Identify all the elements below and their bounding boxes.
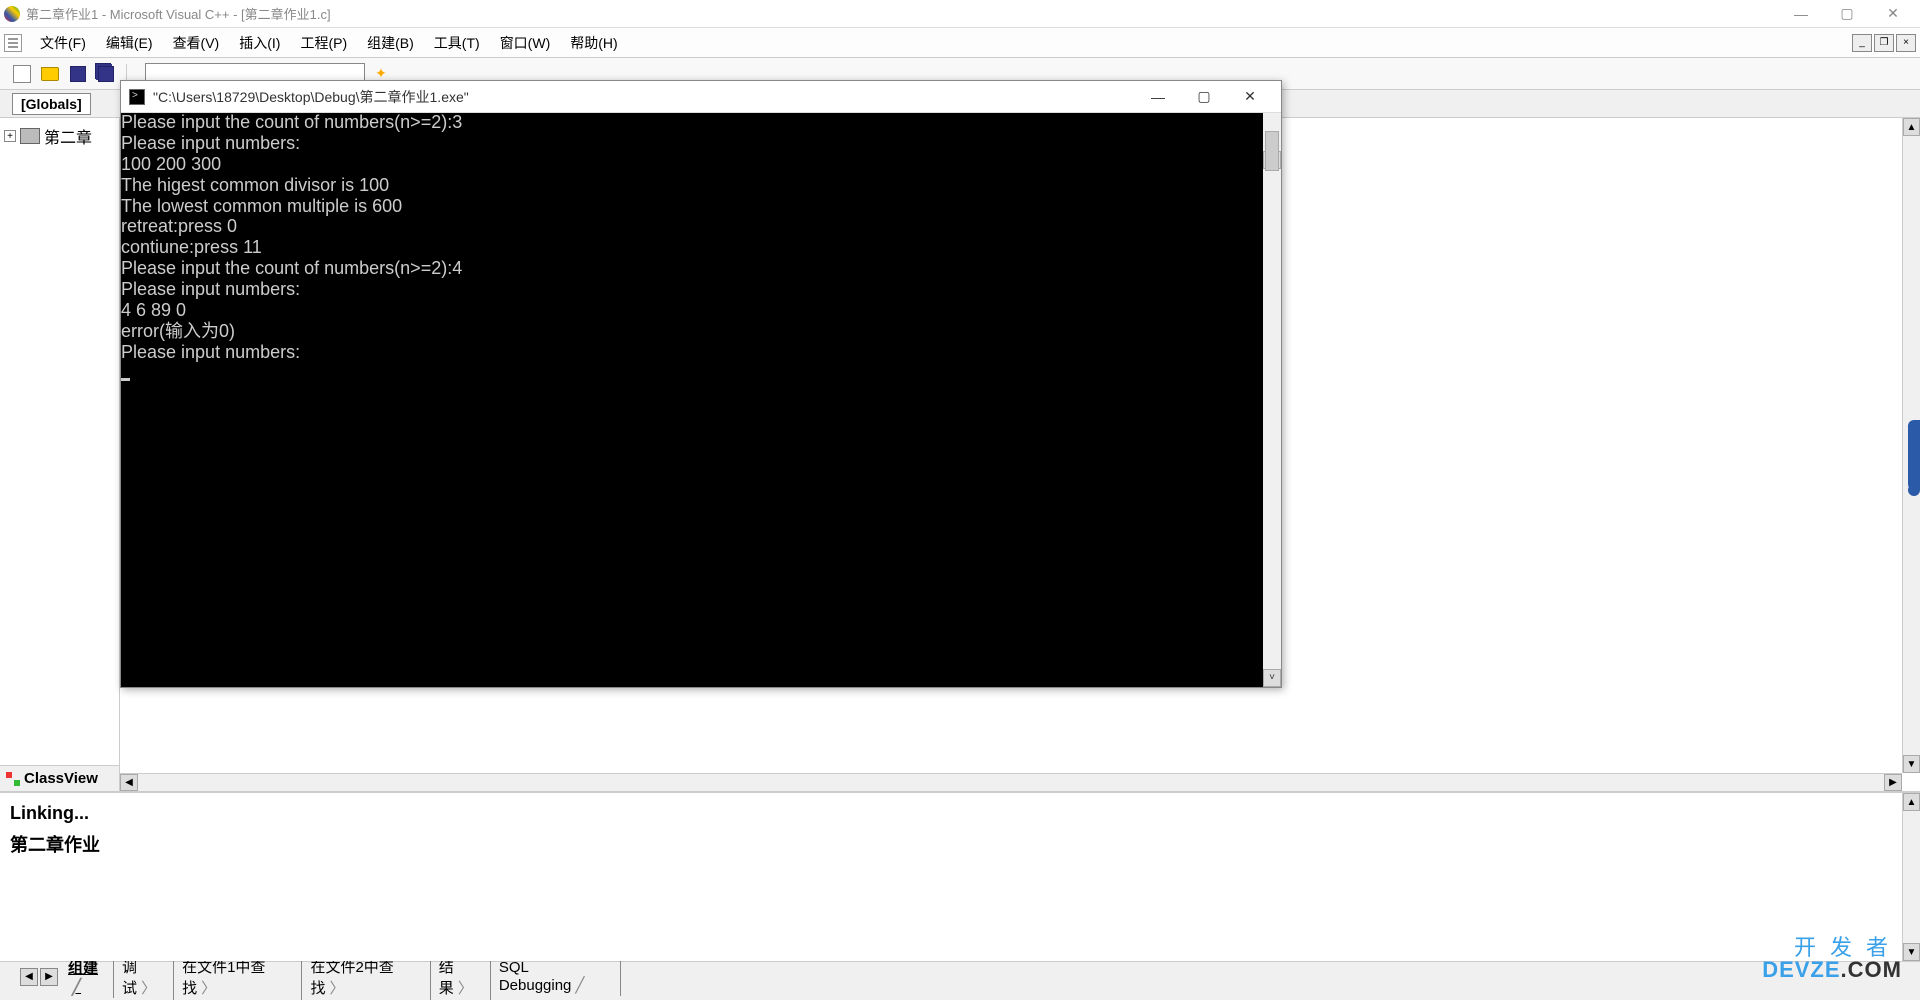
output-vscroll[interactable]: ▲ ▼ xyxy=(1902,793,1920,961)
console-line: Please input numbers: xyxy=(121,279,300,299)
console-line: 100 200 300 xyxy=(121,154,221,174)
app-icon xyxy=(4,6,20,22)
console-window: "C:\Users\18729\Desktop\Debug\第二章作业1.exe… xyxy=(120,80,1282,688)
menu-build[interactable]: 组建(B) xyxy=(357,29,424,57)
console-line: retreat:press 0 xyxy=(121,216,237,236)
mdi-close-button[interactable]: × xyxy=(1896,34,1916,52)
console-line: 4 6 89 0 xyxy=(121,300,186,320)
classview-tab[interactable]: ClassView xyxy=(0,765,119,791)
output-panel: Linking... 第二章作业 ▲ ▼ xyxy=(0,791,1920,961)
scroll-right-icon[interactable]: ▶ xyxy=(1884,774,1902,791)
console-icon xyxy=(129,89,145,105)
workspace-sidebar: + 第二章 ClassView xyxy=(0,118,120,791)
scroll-down-icon[interactable]: ˅ xyxy=(1263,669,1281,687)
scroll-up-icon[interactable]: ▲ xyxy=(1903,118,1920,136)
tab-sql[interactable]: SQL Debugging╱ xyxy=(491,957,621,996)
scroll-thumb[interactable] xyxy=(1265,131,1279,171)
console-minimize-button[interactable]: — xyxy=(1135,82,1181,112)
menu-project[interactable]: 工程(P) xyxy=(290,29,357,57)
output-line-linking: Linking... xyxy=(10,797,1910,829)
watermark-en2: .COM xyxy=(1841,957,1902,982)
menu-view[interactable]: 查看(V) xyxy=(163,29,230,57)
menu-edit[interactable]: 编辑(E) xyxy=(96,29,163,57)
editor-hscroll[interactable]: ◀ ▶ xyxy=(120,773,1902,791)
console-line: Please input the count of numbers(n>=2):… xyxy=(121,113,462,132)
tree-item-label: 第二章 xyxy=(44,124,92,148)
console-close-button[interactable]: ✕ xyxy=(1227,82,1273,112)
new-file-button[interactable] xyxy=(10,62,34,86)
tabs-scroll-right[interactable]: ▶ xyxy=(40,968,58,986)
open-file-button[interactable] xyxy=(38,62,62,86)
output-line-project: 第二章作业 xyxy=(10,829,1910,861)
tab-build[interactable]: 组建╱ xyxy=(60,955,114,998)
console-line: error(输入为0) xyxy=(121,321,235,341)
scroll-down-icon[interactable]: ▼ xyxy=(1903,943,1920,961)
side-slider[interactable] xyxy=(1908,420,1920,490)
scroll-down-icon[interactable]: ▼ xyxy=(1903,755,1920,773)
console-line: The lowest common multiple is 600 xyxy=(121,196,402,216)
tree-item-project[interactable]: + 第二章 xyxy=(0,118,119,154)
console-vscroll[interactable]: ˄ ˅ xyxy=(1263,113,1281,687)
main-titlebar: 第二章作业1 - Microsoft Visual C++ - [第二章作业1.… xyxy=(0,0,1920,28)
watermark-cn: 开发者 xyxy=(1762,937,1902,959)
console-line: Please input the count of numbers(n>=2):… xyxy=(121,258,462,278)
menu-tools[interactable]: 工具(T) xyxy=(424,29,490,57)
menu-help[interactable]: 帮助(H) xyxy=(560,29,627,57)
close-button[interactable]: ✕ xyxy=(1870,0,1916,28)
maximize-button[interactable]: ▢ xyxy=(1824,0,1870,28)
menu-window[interactable]: 窗口(W) xyxy=(490,29,561,57)
mdi-minimize-button[interactable]: _ xyxy=(1852,34,1872,52)
tabs-scroll-left[interactable]: ◀ xyxy=(20,968,38,986)
minimize-button[interactable]: — xyxy=(1778,0,1824,28)
menu-insert[interactable]: 插入(I) xyxy=(229,29,290,57)
console-line: Please input numbers: xyxy=(121,133,300,153)
document-icon xyxy=(4,34,22,52)
tree-expand-icon[interactable]: + xyxy=(4,130,16,142)
console-titlebar[interactable]: "C:\Users\18729\Desktop\Debug\第二章作业1.exe… xyxy=(121,81,1281,113)
scroll-up-icon[interactable]: ▲ xyxy=(1903,793,1920,811)
save-button[interactable] xyxy=(66,62,90,86)
window-title: 第二章作业1 - Microsoft Visual C++ - [第二章作业1.… xyxy=(26,4,1778,23)
scroll-left-icon[interactable]: ◀ xyxy=(120,774,138,791)
classview-label: ClassView xyxy=(24,770,98,787)
console-cursor xyxy=(121,378,130,381)
console-line: The higest common divisor is 100 xyxy=(121,175,389,195)
console-line: Please input numbers: xyxy=(121,342,300,362)
watermark-en1: DEVZE xyxy=(1762,957,1840,982)
menu-bar: 文件(F) 编辑(E) 查看(V) 插入(I) 工程(P) 组建(B) 工具(T… xyxy=(0,28,1920,58)
watermark: 开发者 DEVZE.COM xyxy=(1762,937,1902,981)
save-all-button[interactable] xyxy=(94,62,118,86)
classview-icon xyxy=(6,772,20,786)
console-title: "C:\Users\18729\Desktop\Debug\第二章作业1.exe… xyxy=(153,87,1135,107)
console-line: contiune:press 11 xyxy=(121,237,262,257)
mdi-restore-button[interactable]: ❐ xyxy=(1874,34,1894,52)
globals-label[interactable]: [Globals] xyxy=(12,93,91,115)
output-tabs: ◀ ▶ 组建╱ 调试〉 在文件1中查找〉 在文件2中查找〉 结果〉 SQL De… xyxy=(0,961,1920,991)
project-icon xyxy=(20,128,40,144)
menu-file[interactable]: 文件(F) xyxy=(30,29,96,57)
console-maximize-button[interactable]: ▢ xyxy=(1181,82,1227,112)
console-body[interactable]: Please input the count of numbers(n>=2):… xyxy=(121,113,1281,687)
